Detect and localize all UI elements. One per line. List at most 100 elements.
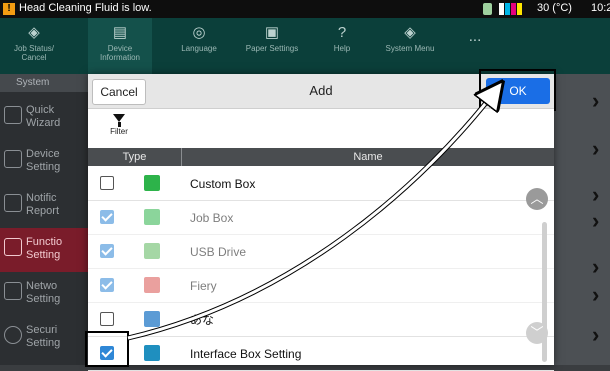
ok-button[interactable]: OK bbox=[486, 78, 550, 104]
sidebar-item-label: Quick bbox=[26, 104, 55, 116]
list-item[interactable]: Custom Box bbox=[88, 167, 554, 201]
function-setting-icon bbox=[4, 238, 22, 256]
nav-job-status[interactable]: ◈ Job Status/ Cancel bbox=[4, 18, 64, 74]
app-icon bbox=[144, 311, 160, 327]
filter-bar: Filter bbox=[88, 109, 554, 147]
sidebar-item-quick-wizard[interactable]: Quick Wizard bbox=[0, 96, 90, 140]
folder-icon bbox=[144, 175, 160, 191]
system-menu-icon: ◈ bbox=[404, 24, 416, 41]
nav-label: Cancel bbox=[21, 53, 47, 62]
sidebar-item-label: Report bbox=[26, 205, 60, 217]
row-checkbox[interactable] bbox=[100, 244, 114, 258]
toner-levels bbox=[499, 3, 522, 15]
quick-wizard-icon bbox=[4, 106, 22, 124]
column-header-name[interactable]: Name bbox=[182, 148, 554, 166]
row-checkbox[interactable] bbox=[100, 176, 114, 190]
fluid-bottle-icon bbox=[483, 3, 492, 15]
filter-button[interactable]: Filter bbox=[102, 113, 136, 143]
device-setting-icon bbox=[4, 150, 22, 168]
chevron-right-icon[interactable]: › bbox=[592, 322, 599, 348]
add-dialog: Add Cancel OK Filter Type Name Custom Bo… bbox=[88, 69, 556, 371]
sidebar-item-device-setting[interactable]: Device Setting bbox=[0, 140, 90, 184]
chevron-right-icon[interactable]: › bbox=[592, 282, 599, 308]
device-information-icon: ▤ bbox=[112, 24, 128, 41]
sidebar-item-label: Securi bbox=[26, 324, 58, 336]
sidebar-item-label: Functio bbox=[26, 236, 63, 248]
toner-level-1 bbox=[499, 3, 504, 15]
nav-paper-settings[interactable]: ▣ Paper Settings bbox=[236, 18, 308, 74]
dialog-title: Add bbox=[309, 83, 333, 98]
nav-help[interactable]: ? Help bbox=[320, 18, 364, 74]
top-navigation: ◈ Job Status/ Cancel ▤ Device Informatio… bbox=[0, 18, 610, 74]
language-icon: ◎ bbox=[192, 24, 206, 41]
row-name: Fiery bbox=[190, 279, 217, 293]
table-header: Type Name bbox=[88, 148, 554, 166]
sidebar-item-label: Wizard bbox=[26, 117, 61, 129]
sidebar-item-security-setting[interactable]: Securi Setting bbox=[0, 316, 90, 360]
fiery-icon bbox=[144, 277, 160, 293]
toner-level-2 bbox=[505, 3, 510, 15]
toner-level-3 bbox=[511, 3, 516, 15]
clock: 10:2 bbox=[591, 2, 610, 14]
nav-label: Device bbox=[107, 44, 133, 53]
filter-label: Filter bbox=[110, 127, 128, 136]
nav-label: Help bbox=[333, 44, 351, 53]
scroll-up-icon[interactable]: ︿ bbox=[526, 188, 548, 210]
list-item[interactable]: Job Box bbox=[88, 201, 554, 235]
row-name: Custom Box bbox=[190, 177, 256, 191]
row-checkbox[interactable] bbox=[100, 210, 114, 224]
row-checkbox[interactable] bbox=[100, 346, 114, 360]
row-name: USB Drive bbox=[190, 245, 247, 259]
sidebar-item-function-setting[interactable]: Functio Setting bbox=[0, 228, 90, 272]
funnel-icon bbox=[113, 114, 125, 122]
nav-label: Job Status/ bbox=[13, 44, 55, 53]
status-message: Head Cleaning Fluid is low. bbox=[19, 2, 152, 14]
row-checkbox[interactable] bbox=[100, 312, 114, 326]
temperature-readout: 30 (°C) bbox=[537, 2, 572, 14]
paper-settings-icon: ▣ bbox=[264, 24, 280, 41]
warning-icon: ! bbox=[3, 3, 15, 15]
sidebar-item-label: Setting bbox=[26, 161, 61, 173]
sidebar: System Quick Wizard Device Setting Notific… bbox=[0, 74, 90, 365]
sidebar-item-label: Device bbox=[26, 148, 60, 160]
chevron-right-icon[interactable]: › bbox=[592, 208, 599, 234]
chevron-right-icon[interactable]: › bbox=[592, 254, 599, 280]
row-name: Interface Box Setting bbox=[190, 347, 302, 361]
list-item[interactable]: Fiery bbox=[88, 269, 554, 303]
usb-drive-icon bbox=[144, 243, 160, 259]
nav-system-menu[interactable]: ◈ System Menu bbox=[376, 18, 444, 74]
list-item[interactable]: あな bbox=[88, 303, 554, 337]
sidebar-title: System bbox=[0, 74, 90, 92]
interface-box-icon bbox=[144, 345, 160, 361]
sidebar-item-label: Setting bbox=[26, 293, 61, 305]
sidebar-item-notification-report[interactable]: Notific Report bbox=[0, 184, 90, 228]
nav-device-information[interactable]: ▤ Device Information bbox=[88, 18, 152, 74]
nav-more[interactable]: ... bbox=[458, 18, 492, 74]
sidebar-item-label: Netwo bbox=[26, 280, 58, 292]
cancel-button[interactable]: Cancel bbox=[92, 79, 146, 105]
status-bar: ! Head Cleaning Fluid is low. 30 (°C) 10… bbox=[0, 0, 610, 18]
row-checkbox[interactable] bbox=[100, 278, 114, 292]
chevron-right-icon[interactable]: › bbox=[592, 136, 599, 162]
chevron-right-icon[interactable]: › bbox=[592, 182, 599, 208]
list-item[interactable]: USB Drive bbox=[88, 235, 554, 269]
list-item[interactable]: Interface Box Setting bbox=[88, 337, 554, 371]
job-box-icon bbox=[144, 209, 160, 225]
nav-label: Information bbox=[99, 53, 141, 62]
column-header-type[interactable]: Type bbox=[88, 148, 182, 166]
nav-label: Paper Settings bbox=[245, 44, 299, 53]
shield-icon bbox=[4, 326, 22, 344]
sidebar-item-label: Notific bbox=[26, 192, 57, 204]
sidebar-item-network-setting[interactable]: Netwo Setting bbox=[0, 272, 90, 316]
network-setting-icon bbox=[4, 282, 22, 300]
dialog-header: Add Cancel OK bbox=[88, 69, 556, 111]
sidebar-item-label: Setting bbox=[26, 337, 61, 349]
nav-language[interactable]: ◎ Language bbox=[170, 18, 228, 74]
scroll-down-icon[interactable]: ﹀ bbox=[526, 322, 548, 344]
nav-label: Language bbox=[181, 44, 217, 53]
notification-report-icon bbox=[4, 194, 22, 212]
chevron-right-icon[interactable]: › bbox=[592, 88, 599, 114]
nav-label: System Menu bbox=[385, 44, 435, 53]
row-name: Job Box bbox=[190, 211, 234, 225]
sidebar-item-label: Setting bbox=[26, 249, 61, 261]
